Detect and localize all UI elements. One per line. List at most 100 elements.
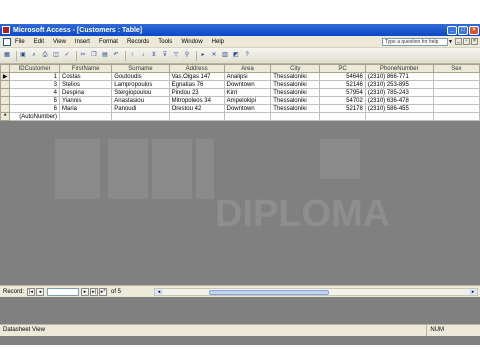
current-record-input[interactable] bbox=[47, 287, 80, 296]
cell-surname-new[interactable] bbox=[111, 112, 170, 121]
cell-address[interactable]: Egnatias 76 bbox=[168, 80, 225, 89]
apply-filter-icon[interactable]: ▽ bbox=[172, 51, 180, 60]
record-selector[interactable] bbox=[0, 80, 11, 89]
record-selector[interactable] bbox=[0, 96, 11, 105]
cell-idcustomer[interactable]: 1 bbox=[9, 72, 60, 81]
cell-sex[interactable] bbox=[432, 96, 480, 105]
new-record-icon[interactable]: ▸ bbox=[199, 51, 207, 60]
cell-city[interactable]: Thessaloniki bbox=[270, 72, 321, 81]
last-record-button[interactable]: ▸| bbox=[90, 287, 99, 296]
record-selector[interactable] bbox=[0, 104, 11, 113]
cell-surname[interactable]: Lampropoulos bbox=[111, 80, 170, 89]
menu-format[interactable]: Format bbox=[99, 39, 118, 45]
cell-area[interactable]: Downtown bbox=[223, 80, 272, 89]
cell-firstname[interactable]: Costas bbox=[58, 72, 113, 81]
cell-sex[interactable] bbox=[432, 72, 480, 81]
record-selector[interactable] bbox=[0, 88, 11, 97]
cell-area[interactable]: Ampelokipi bbox=[223, 96, 272, 105]
cell-idcustomer[interactable]: 4 bbox=[9, 88, 60, 97]
cut-icon[interactable]: ✂ bbox=[79, 51, 87, 60]
cell-firstname[interactable]: Stelios bbox=[58, 80, 113, 89]
cell-pc[interactable]: 52178 bbox=[319, 104, 366, 113]
scroll-right-icon[interactable]: ▸ bbox=[469, 289, 477, 295]
column-header-phonenumber[interactable]: PhoneNumber bbox=[364, 64, 434, 73]
cell-surname[interactable]: Panoudi bbox=[111, 104, 170, 113]
cell-area[interactable]: Analipsi bbox=[223, 72, 272, 81]
cell-phonenumber[interactable]: (2310) 785-243 bbox=[364, 88, 434, 97]
cell-area[interactable]: Kirri bbox=[223, 88, 272, 97]
previous-record-button[interactable]: ◂ bbox=[36, 287, 45, 296]
menu-help[interactable]: Help bbox=[212, 39, 224, 45]
cell-city[interactable]: Thessaloniki bbox=[270, 104, 321, 113]
database-window-icon[interactable]: ▥ bbox=[221, 51, 229, 60]
delete-record-icon[interactable]: ✕ bbox=[210, 51, 218, 60]
new-record-nav-button[interactable]: ▸* bbox=[99, 287, 108, 296]
column-header-idcustomer[interactable]: IDCustomer bbox=[9, 64, 60, 73]
cell-city-new[interactable] bbox=[270, 112, 321, 121]
column-header-pc[interactable]: PC bbox=[319, 64, 366, 73]
cell-phonenumber[interactable]: (2310) 586-455 bbox=[364, 104, 434, 113]
filter-by-form-icon[interactable]: ⊽ bbox=[161, 51, 169, 60]
cell-firstname-new[interactable] bbox=[58, 112, 113, 121]
select-all-cell[interactable] bbox=[0, 64, 11, 73]
cell-sex[interactable] bbox=[432, 104, 480, 113]
menu-edit[interactable]: Edit bbox=[34, 39, 44, 45]
cell-address[interactable]: Orestou 42 bbox=[168, 104, 225, 113]
cell-pc[interactable]: 57954 bbox=[319, 88, 366, 97]
cell-firstname[interactable]: Despina bbox=[58, 88, 113, 97]
menu-file[interactable]: File bbox=[15, 39, 25, 45]
column-header-firstname[interactable]: FirstName bbox=[58, 64, 113, 73]
cell-phonenumber[interactable]: (2310) 866-771 bbox=[364, 72, 434, 81]
menu-window[interactable]: Window bbox=[181, 39, 202, 45]
menu-view[interactable]: View bbox=[53, 39, 66, 45]
spelling-icon[interactable]: ✓ bbox=[63, 51, 71, 60]
doc-minimize-button[interactable]: _ bbox=[455, 38, 462, 45]
column-header-sex[interactable]: Sex bbox=[432, 64, 480, 73]
sort-ascending-icon[interactable]: ↑ bbox=[128, 51, 136, 60]
find-icon[interactable]: ⚲ bbox=[183, 51, 191, 60]
menu-records[interactable]: Records bbox=[127, 39, 149, 45]
cell-address-new[interactable] bbox=[168, 112, 225, 121]
view-icon[interactable]: ▦ bbox=[3, 51, 11, 60]
cell-idcustomer[interactable]: 5 bbox=[9, 96, 60, 105]
close-button[interactable]: × bbox=[469, 25, 479, 35]
save-icon[interactable]: ▣ bbox=[19, 51, 27, 60]
menu-insert[interactable]: Insert bbox=[75, 39, 90, 45]
help-dropdown-icon[interactable]: ▼ bbox=[448, 39, 453, 45]
column-header-surname[interactable]: Surname bbox=[111, 64, 170, 73]
cell-sex[interactable] bbox=[432, 88, 480, 97]
cell-pc[interactable]: 54646 bbox=[319, 72, 366, 81]
cell-sex[interactable] bbox=[432, 80, 480, 89]
cell-idcustomer[interactable]: 6 bbox=[9, 104, 60, 113]
minimize-button[interactable]: _ bbox=[447, 25, 457, 35]
cell-address[interactable]: Mitropoleos 34 bbox=[168, 96, 225, 105]
cell-surname[interactable]: Goutoudis bbox=[111, 72, 170, 81]
search-icon[interactable]: ⌕ bbox=[30, 51, 38, 60]
cell-surname[interactable]: Anastasiou bbox=[111, 96, 170, 105]
cell-pc-new[interactable] bbox=[319, 112, 366, 121]
paste-icon[interactable]: ▤ bbox=[101, 51, 109, 60]
help-icon[interactable]: ? bbox=[243, 51, 251, 60]
cell-address[interactable]: Pindou 23 bbox=[168, 88, 225, 97]
cell-firstname[interactable]: Maria bbox=[58, 104, 113, 113]
sort-descending-icon[interactable]: ↓ bbox=[139, 51, 147, 60]
cell-phonenumber-new[interactable] bbox=[364, 112, 434, 121]
filter-by-selection-icon[interactable]: ⊻ bbox=[150, 51, 158, 60]
cell-address[interactable]: Vas.Olgas 147 bbox=[168, 72, 225, 81]
help-search-input[interactable]: Type a question for help bbox=[382, 38, 448, 46]
cell-idcustomer-new[interactable]: (AutoNumber) bbox=[9, 112, 60, 121]
new-record-selector[interactable]: * bbox=[0, 112, 11, 121]
doc-restore-button[interactable]: ▫ bbox=[463, 38, 470, 45]
maximize-button[interactable]: □ bbox=[458, 25, 468, 35]
next-record-button[interactable]: ▸ bbox=[81, 287, 90, 296]
table-document-icon[interactable] bbox=[3, 37, 11, 46]
column-header-city[interactable]: City bbox=[270, 64, 321, 73]
cell-area[interactable]: Downtown bbox=[223, 104, 272, 113]
cell-area-new[interactable] bbox=[223, 112, 272, 121]
cell-phonenumber[interactable]: (2310) 636-478 bbox=[364, 96, 434, 105]
print-preview-icon[interactable]: ◫ bbox=[52, 51, 60, 60]
cell-surname[interactable]: Stergiopoulou bbox=[111, 88, 170, 97]
cell-phonenumber[interactable]: (2310) 253-895 bbox=[364, 80, 434, 89]
cell-city[interactable]: Thessaloniki bbox=[270, 88, 321, 97]
horizontal-scrollbar[interactable]: ◂ ▸ bbox=[154, 288, 478, 296]
